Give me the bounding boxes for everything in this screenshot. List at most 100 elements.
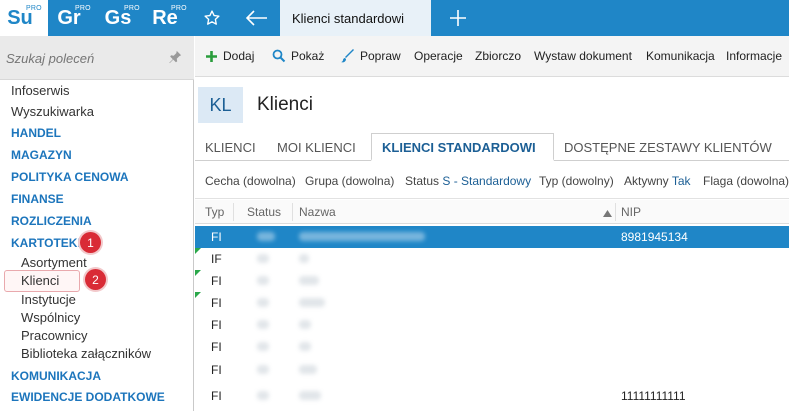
app-gs-button[interactable]: Gs PRO [98, 0, 146, 36]
table-row[interactable]: FI 8981945134 [195, 226, 789, 248]
table-row[interactable]: FI [195, 270, 789, 292]
cell-typ: FI [211, 318, 222, 332]
obscured-name [299, 391, 321, 400]
obscured-status [257, 276, 269, 285]
app-gr-button[interactable]: Gr PRO [50, 0, 96, 36]
new-row-marker [195, 248, 201, 254]
sort-ascending-icon [603, 206, 612, 220]
cell-typ: FI [211, 230, 222, 244]
sidebar-item-wyszukiwarka[interactable]: Wyszukiwarka [11, 104, 94, 119]
tab-bar: KLIENCI MOI KLIENCI KLIENCI STANDARDOWI … [195, 133, 789, 161]
obscured-status [257, 254, 269, 263]
pro-badge: PRO [171, 5, 187, 12]
filter-flag[interactable]: Flaga (dowolna) [703, 174, 789, 188]
pro-badge: PRO [124, 5, 140, 12]
module-badge: KL [198, 87, 243, 123]
column-separator [615, 203, 616, 221]
table-row[interactable]: FI [195, 292, 789, 314]
grid-header: Typ Status Nazwa NIP [195, 200, 789, 224]
tab-klienci-standardowi[interactable]: Klienci standardowi [280, 0, 431, 36]
column-header-nip[interactable]: NIP [621, 205, 641, 219]
plus-icon [206, 50, 217, 62]
column-header-nazwa[interactable]: Nazwa [299, 205, 336, 219]
app-re-button[interactable]: Re PRO [146, 0, 192, 36]
table-row[interactable]: FI [195, 336, 789, 358]
sidebar-item-handel[interactable]: HANDEL [11, 126, 61, 140]
tab-klienci[interactable]: KLIENCI [205, 140, 256, 155]
table-row[interactable]: IF [195, 248, 789, 270]
filter-status[interactable]: Status S - Standardowy [405, 174, 531, 188]
operations-button[interactable]: Operacje [414, 49, 463, 63]
sidebar-item-komunikacja[interactable]: KOMUNIKACJA [11, 369, 101, 383]
obscured-status [257, 320, 269, 329]
toolbar: Dodaj Pokaż Popraw Operacje Zbiorczo Wys… [195, 36, 789, 77]
obscured-name [299, 232, 425, 241]
sidebar-item-polityka-cenowa[interactable]: POLITYKA CENOWA [11, 170, 129, 184]
search-box [0, 36, 194, 80]
obscured-status [257, 232, 275, 241]
tab-klienci-standardowi-active[interactable]: KLIENCI STANDARDOWI [382, 140, 536, 155]
column-separator [292, 203, 293, 221]
pro-badge: PRO [26, 5, 42, 12]
obscured-name [299, 254, 309, 263]
communication-button[interactable]: Komunikacja [646, 49, 715, 63]
bulk-button[interactable]: Zbiorczo [475, 49, 521, 63]
search-input[interactable] [6, 47, 156, 69]
sidebar-item-kartoteki[interactable]: KARTOTEKI [11, 236, 81, 250]
sidebar-item-infoserwis[interactable]: Infoserwis [11, 83, 70, 98]
sidebar-item-magazyn[interactable]: MAGAZYN [11, 148, 72, 162]
cell-typ: FI [211, 363, 222, 377]
table-row[interactable]: FI 11111111111 [195, 385, 789, 407]
filter-active[interactable]: Aktywny Tak [624, 174, 691, 188]
new-row-marker [195, 292, 201, 298]
tab-moi-klienci[interactable]: MOI KLIENCI [277, 140, 356, 155]
obscured-name [299, 342, 311, 351]
obscured-status [257, 391, 269, 400]
star-icon[interactable] [198, 0, 226, 36]
tab-dostepne-zestawy[interactable]: DOSTĘPNE ZESTAWY KLIENTÓW [564, 140, 772, 155]
app-bar: Su PRO Gr PRO Gs PRO Re PRO Klienci stan… [0, 0, 789, 36]
pro-badge: PRO [75, 5, 91, 12]
sidebar-subitem-biblioteka[interactable]: Biblioteka załączników [21, 346, 151, 361]
edit-button[interactable]: Popraw [340, 49, 401, 63]
sidebar-subitem-asortyment[interactable]: Asortyment [21, 255, 87, 270]
show-button[interactable]: Pokaż [272, 49, 324, 63]
filter-feature[interactable]: Cecha (dowolna) [205, 174, 296, 188]
pin-icon[interactable] [168, 50, 184, 66]
cell-typ: IF [211, 252, 222, 266]
plus-icon[interactable] [445, 0, 471, 36]
filter-bar: Cecha (dowolna) Grupa (dowolna) Status S… [195, 161, 789, 199]
sidebar-subitem-klienci[interactable]: Klienci [21, 273, 59, 288]
sidebar-subitem-wspolnicy[interactable]: Wspólnicy [21, 310, 80, 325]
step-badge-1: 1 [80, 232, 101, 253]
sidebar-subitem-pracownicy[interactable]: Pracownicy [21, 328, 87, 343]
table-row[interactable]: FI [195, 359, 789, 381]
new-row-marker [195, 270, 201, 276]
sidebar-item-finanse[interactable]: FINANSE [11, 192, 64, 206]
cell-typ: FI [211, 296, 222, 310]
page-title: Klienci [257, 94, 313, 115]
sidebar-item-rozliczenia[interactable]: ROZLICZENIA [11, 214, 92, 228]
add-button[interactable]: Dodaj [205, 49, 254, 63]
sidebar-item-ewidencje-dodatkowe[interactable]: EWIDENCJE DODATKOWE [11, 390, 165, 404]
step-badge-2: 2 [85, 269, 106, 290]
brush-icon [341, 49, 354, 63]
obscured-status [257, 298, 269, 307]
cell-typ: FI [211, 389, 222, 403]
sidebar-subitem-instytucje[interactable]: Instytucje [21, 292, 76, 307]
info-button[interactable]: Informacje [726, 49, 782, 63]
column-header-typ[interactable]: Typ [205, 205, 224, 219]
cell-nip: 8981945134 [621, 230, 688, 244]
filter-type[interactable]: Typ (dowolny) [539, 174, 614, 188]
column-header-status[interactable]: Status [247, 205, 281, 219]
obscured-name [299, 298, 325, 307]
filter-group[interactable]: Grupa (dowolna) [305, 174, 394, 188]
obscured-name [299, 320, 311, 329]
table-row[interactable]: FI [195, 314, 789, 336]
app-su-button[interactable]: Su PRO [0, 0, 48, 36]
obscured-status [257, 365, 269, 374]
back-arrow-icon[interactable] [241, 0, 273, 36]
cell-typ: FI [211, 340, 222, 354]
issue-document-button[interactable]: Wystaw dokument [534, 49, 632, 63]
column-separator [233, 203, 234, 221]
